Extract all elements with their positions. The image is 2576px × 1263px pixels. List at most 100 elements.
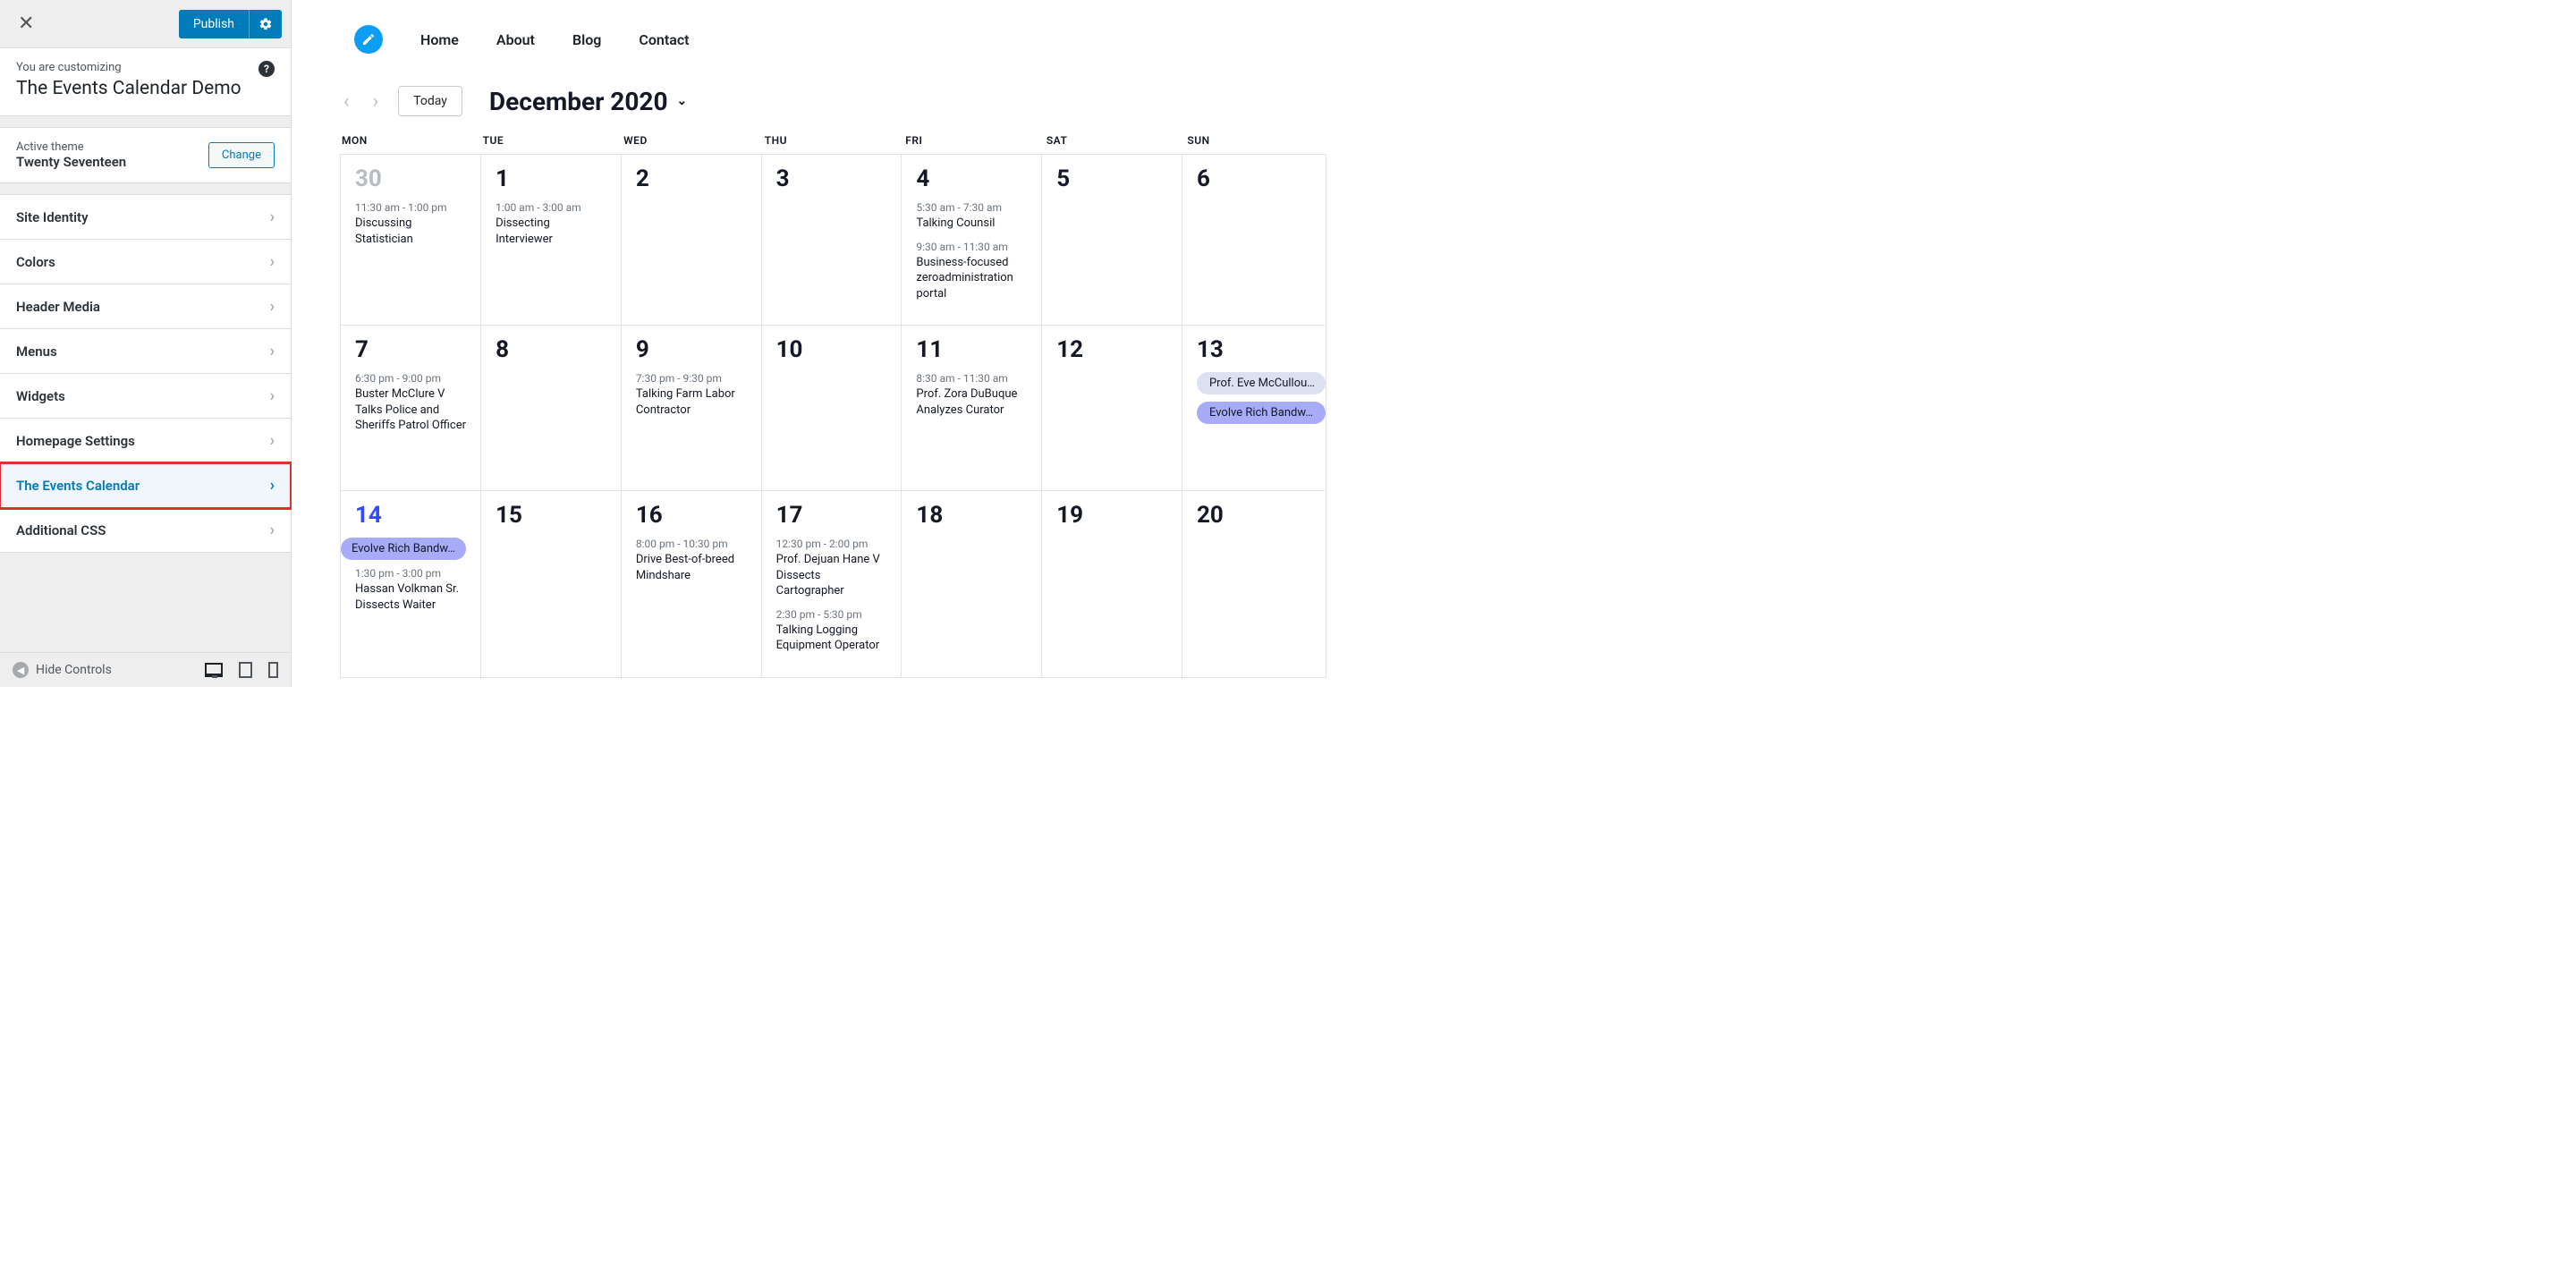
sidebar-item-menus[interactable]: Menus›	[0, 329, 291, 374]
calendar-event[interactable]: 8:00 pm - 10:30 pm Drive Best-of-breed Mi…	[636, 538, 747, 583]
day-number: 30	[355, 165, 466, 192]
change-theme-button[interactable]: Change	[208, 142, 275, 168]
multi-day-event-pill[interactable]: Evolve Rich Bandw…	[1197, 402, 1326, 424]
event-title: Hassan Volkman Sr. Dissects Waiter	[355, 581, 466, 613]
calendar-day[interactable]: 17 12:30 pm - 2:00 pmProf. Dejuan Hane V …	[762, 491, 902, 678]
sidebar-item-colors[interactable]: Colors›	[0, 240, 291, 284]
nav-link-blog[interactable]: Blog	[572, 31, 601, 48]
site-logo[interactable]	[354, 25, 383, 54]
calendar-grid: 30 11:30 am - 1:00 pm Discussing Statistic…	[340, 154, 1326, 678]
calendar-day[interactable]: 97:30 pm - 9:30 pmTalking Farm Labor Con…	[622, 326, 762, 491]
day-number: 13	[1197, 336, 1311, 363]
calendar-event[interactable]: 5:30 am - 7:30 amTalking Counsil	[916, 201, 1027, 232]
nav-link-contact[interactable]: Contact	[639, 31, 689, 48]
event-time: 1:00 am - 3:00 am	[496, 201, 606, 214]
event-time: 8:00 pm - 10:30 pm	[636, 538, 747, 550]
sidebar-item-additional-css[interactable]: Additional CSS›	[0, 508, 291, 553]
calendar-day[interactable]: 14Evolve Rich Bandw…1:30 pm - 3:00 pmHas…	[341, 491, 481, 678]
calendar-day[interactable]: 10	[762, 326, 902, 491]
calendar-day[interactable]: 5	[1042, 155, 1182, 326]
day-number: 6	[1197, 165, 1311, 192]
nav-link-home[interactable]: Home	[420, 31, 459, 48]
calendar-day[interactable]: 15	[481, 491, 622, 678]
event-title: Drive Best-of-breed Mindshare	[636, 552, 747, 583]
today-button[interactable]: Today	[398, 86, 462, 116]
calendar-event[interactable]: 12:30 pm - 2:00 pmProf. Dejuan Hane V Di…	[776, 538, 887, 599]
calendar-day[interactable]: 19	[1042, 491, 1182, 678]
calendar-day[interactable]: 2	[622, 155, 762, 326]
customizing-label: You are customizing	[16, 61, 275, 74]
active-theme-box: Active theme Twenty Seventeen Change	[0, 127, 291, 183]
sidebar-item-homepage-settings[interactable]: Homepage Settings›	[0, 419, 291, 463]
day-number: 4	[916, 165, 1027, 192]
day-number: 15	[496, 502, 606, 529]
day-number: 2	[636, 165, 747, 192]
calendar-event[interactable]: 9:30 am - 11:30 am Business-focused zeroa…	[916, 241, 1027, 302]
calendar-day[interactable]: 20	[1182, 491, 1326, 678]
calendar-day[interactable]: 76:30 pm - 9:00 pmBuster McClure V Talks…	[341, 326, 481, 491]
day-number: 10	[776, 336, 887, 363]
calendar-event[interactable]: 8:30 am - 11:30 amProf. Zora DuBuque Ana…	[916, 372, 1027, 418]
calendar-event[interactable]: 6:30 pm - 9:00 pmBuster McClure V Talks …	[355, 372, 466, 434]
day-number: 19	[1056, 502, 1167, 529]
sidebar-item-widgets[interactable]: Widgets›	[0, 374, 291, 419]
publish-button[interactable]: Publish	[179, 10, 249, 38]
multi-day-event-pill[interactable]: Prof. Eve McCullou…	[1197, 372, 1326, 394]
event-title: Business-focused zeroadministration port…	[916, 255, 1027, 302]
calendar-day[interactable]: 13 Prof. Eve McCullou… Evolve Rich Bandw…	[1182, 326, 1326, 491]
menu-item-label: Homepage Settings	[16, 433, 135, 449]
event-title: Talking Farm Labor Contractor	[636, 386, 747, 418]
sidebar-item-header-media[interactable]: Header Media ›	[0, 284, 291, 329]
calendar-day[interactable]: 8	[481, 326, 622, 491]
hide-controls-button[interactable]: ◀ Hide Controls	[13, 662, 112, 678]
calendar-day[interactable]: 18	[902, 491, 1042, 678]
active-theme-label: Active theme	[16, 140, 126, 154]
chevron-right-icon: ›	[270, 521, 275, 539]
chevron-right-icon: ›	[270, 297, 275, 316]
dow-label: SUN	[1185, 134, 1326, 147]
calendar-grid-wrap: MONTUEWEDTHUFRISATSUN 3011:30 am - 1:00 …	[292, 134, 1375, 678]
device-desktop-icon[interactable]	[205, 663, 223, 677]
calendar-title[interactable]: December 2020 ⌄	[489, 87, 687, 116]
multi-day-event-pill[interactable]: Evolve Rich Bandw…	[341, 538, 466, 560]
sidebar-footer: ◀ Hide Controls	[0, 652, 291, 687]
sidebar-item-the-events-calendar[interactable]: The Events Calendar›	[0, 463, 291, 508]
calendar-day[interactable]: 16 8:00 pm - 10:30 pm Drive Best-of-breed …	[622, 491, 762, 678]
calendar-day[interactable]: 4 5:30 am - 7:30 amTalking Counsil 9:30 am…	[902, 155, 1042, 326]
calendar-event[interactable]: 7:30 pm - 9:30 pmTalking Farm Labor Cont…	[636, 372, 747, 418]
theme-name: Twenty Seventeen	[16, 154, 126, 170]
gear-icon	[258, 17, 273, 31]
device-mobile-icon[interactable]	[268, 662, 278, 678]
publish-settings-button[interactable]	[249, 10, 282, 38]
help-icon[interactable]: ?	[258, 61, 275, 77]
calendar-event[interactable]: 1:00 am - 3:00 am Dissecting Interviewer	[496, 201, 606, 247]
event-time: 11:30 am - 1:00 pm	[355, 201, 466, 214]
event-time: 12:30 pm - 2:00 pm	[776, 538, 887, 550]
day-number: 17	[776, 502, 887, 529]
next-month-button[interactable]: ›	[369, 90, 383, 113]
calendar-day[interactable]: 12	[1042, 326, 1182, 491]
event-title: Discussing Statistician	[355, 216, 466, 247]
chevron-right-icon: ›	[270, 476, 275, 495]
sidebar-item-site-identity[interactable]: Site Identity›	[0, 195, 291, 240]
calendar-day[interactable]: 118:30 am - 11:30 amProf. Zora DuBuque A…	[902, 326, 1042, 491]
event-time: 9:30 am - 11:30 am	[916, 241, 1027, 253]
chevron-right-icon: ›	[270, 208, 275, 226]
collapse-icon: ◀	[13, 662, 29, 678]
close-icon[interactable]: ✕	[9, 7, 43, 40]
calendar-event[interactable]: 2:30 pm - 5:30 pmTalking Logging Equipme…	[776, 608, 887, 654]
calendar-event[interactable]: 11:30 am - 1:00 pm Discussing Statisticia…	[355, 201, 466, 247]
event-title: Dissecting Interviewer	[496, 216, 606, 247]
calendar-day[interactable]: 6	[1182, 155, 1326, 326]
calendar-day[interactable]: 11:00 am - 3:00 amDissecting Interviewer	[481, 155, 622, 326]
prev-month-button[interactable]: ‹	[340, 90, 353, 113]
device-tablet-icon[interactable]	[239, 662, 252, 678]
hide-controls-label: Hide Controls	[36, 663, 112, 677]
dow-label: SAT	[1045, 134, 1186, 147]
menu-item-label: Header Media	[16, 299, 100, 315]
calendar-day[interactable]: 3	[762, 155, 902, 326]
calendar-event[interactable]: 1:30 pm - 3:00 pmHassan Volkman Sr. Diss…	[355, 567, 466, 613]
nav-link-about[interactable]: About	[496, 31, 535, 48]
day-number: 16	[636, 502, 747, 529]
calendar-day[interactable]: 30 11:30 am - 1:00 pm Discussing Statistic…	[341, 155, 481, 326]
